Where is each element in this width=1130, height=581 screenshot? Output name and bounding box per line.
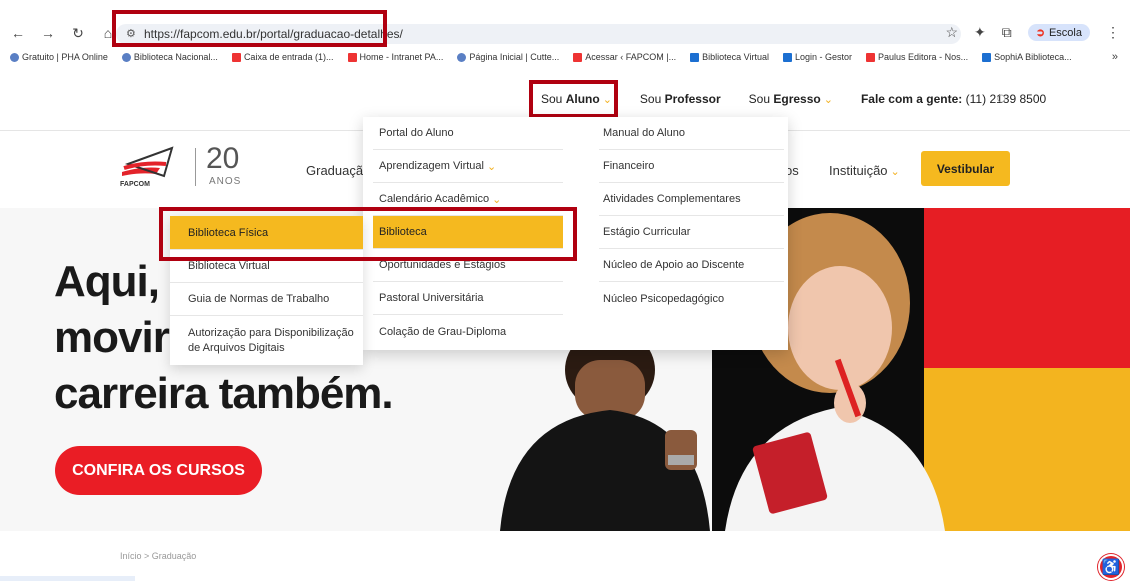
profile-label: Escola bbox=[1048, 26, 1082, 39]
bookmark-item[interactable]: Biblioteca Nacional... bbox=[121, 52, 218, 62]
chevron-down-icon: ⌄ bbox=[492, 193, 502, 206]
bookmark-favicon-icon bbox=[783, 52, 792, 62]
bookmark-item[interactable]: SophiA Biblioteca... bbox=[982, 52, 1072, 62]
hero-man-image bbox=[500, 330, 710, 531]
confira-cursos-button[interactable]: CONFIRA OS CURSOS bbox=[55, 446, 262, 495]
fapcom-logo-icon[interactable] bbox=[120, 146, 180, 186]
bookmark-favicon-icon bbox=[690, 52, 700, 62]
nav-graduacao[interactable]: Graduação bbox=[306, 163, 370, 178]
hero-yellow-panel bbox=[924, 368, 1130, 531]
browser-toolbar-right: ☆ ✦ ⧉ ➲ Escola ⋮ bbox=[945, 24, 1120, 41]
logo-brand-text: FAPCOM bbox=[120, 181, 150, 188]
submenu-item-guia-normas[interactable]: Guia de Normas de Trabalho bbox=[170, 283, 363, 316]
submenu-item-autorizacao[interactable]: Autorização para Disponibilização de Arq… bbox=[170, 316, 363, 365]
menu-item-portal-do-aluno[interactable]: Portal do Aluno bbox=[373, 117, 563, 150]
logo-divider bbox=[195, 148, 196, 186]
hero-red-panel bbox=[924, 208, 1130, 368]
nav-contact[interactable]: Fale com a gente: (11) 2139 8500 bbox=[861, 92, 1046, 106]
chevron-down-icon: ⌄ bbox=[823, 94, 833, 106]
more-bookmarks-button[interactable]: » bbox=[1112, 51, 1118, 63]
breadcrumb[interactable]: Início > Graduação bbox=[120, 551, 196, 561]
bookmark-item[interactable]: Acessar ‹ FAPCOM |... bbox=[573, 52, 676, 62]
back-icon[interactable]: ← bbox=[10, 25, 26, 42]
browser-nav-buttons: ← → ↻ ⌂ bbox=[10, 25, 116, 42]
chevron-down-icon: ⌄ bbox=[486, 160, 497, 173]
bookmark-item[interactable]: Login - Gestor bbox=[783, 52, 852, 62]
bookmark-favicon-icon bbox=[10, 52, 19, 62]
browser-menu-icon[interactable]: ⋮ bbox=[1106, 24, 1120, 41]
extensions-puzzle-icon[interactable]: ⧉ bbox=[1002, 24, 1012, 41]
bookmark-item[interactable]: Gratuito | PHA Online bbox=[10, 52, 108, 62]
bookmark-favicon-icon bbox=[457, 52, 467, 62]
bookmark-favicon-icon bbox=[121, 52, 131, 62]
logo-anos: ANOS bbox=[209, 176, 242, 187]
highlight-box-biblioteca bbox=[159, 207, 577, 261]
profile-button[interactable]: ➲ Escola bbox=[1027, 24, 1090, 41]
forward-icon[interactable]: → bbox=[40, 25, 56, 42]
bookmark-item[interactable]: Caixa de entrada (1)... bbox=[231, 52, 334, 62]
bookmark-item[interactable]: Paulus Editora - Nos... bbox=[866, 52, 968, 62]
highlight-box-sou-aluno bbox=[529, 80, 618, 118]
vestibular-button[interactable]: Vestibular bbox=[921, 151, 1010, 186]
reload-icon[interactable]: ↻ bbox=[70, 25, 86, 42]
accessibility-icon[interactable]: ♿ bbox=[1098, 554, 1124, 580]
menu-item-aprendizagem-virtual[interactable]: Aprendizagem Virtual ⌄ bbox=[373, 150, 563, 183]
nav-sou-egresso[interactable]: Sou Egresso ⌄ bbox=[749, 92, 833, 106]
bottom-strip bbox=[0, 576, 135, 581]
bookmark-star-icon[interactable]: ☆ bbox=[945, 24, 958, 41]
logo-20-years: 20 bbox=[206, 142, 240, 175]
extension-icon[interactable]: ✦ bbox=[974, 24, 986, 41]
bookmark-item[interactable]: Home - Intranet PA... bbox=[347, 52, 443, 62]
bookmarks-bar: Gratuito | PHA Online Biblioteca Naciona… bbox=[10, 52, 1072, 62]
profile-logo-icon: ➲ bbox=[1035, 27, 1045, 39]
search-icon[interactable]: ○ bbox=[996, 88, 1007, 109]
menu-item-pastoral[interactable]: Pastoral Universitária bbox=[373, 282, 563, 315]
highlight-box-url bbox=[112, 10, 387, 47]
nav-instituicao[interactable]: Instituição ⌄ bbox=[829, 163, 900, 178]
menu-item-financeiro[interactable]: Financeiro bbox=[599, 150, 784, 183]
menu-item-colacao-grau[interactable]: Colação de Grau-Diploma bbox=[373, 315, 563, 348]
menu-item-manual-aluno[interactable]: Manual do Aluno bbox=[599, 117, 784, 150]
menu-item-nucleo-apoio[interactable]: Núcleo de Apoio ao Discente bbox=[599, 249, 784, 282]
chevron-down-icon: ⌄ bbox=[890, 166, 900, 178]
bookmark-favicon-icon bbox=[347, 52, 357, 62]
nav-sou-professor[interactable]: Sou Professor bbox=[640, 92, 721, 106]
bookmark-favicon-icon bbox=[982, 52, 992, 62]
bookmark-favicon-icon bbox=[866, 52, 876, 62]
gmail-icon bbox=[231, 52, 241, 62]
bookmark-favicon-icon bbox=[573, 52, 583, 62]
menu-item-estagio-curricular[interactable]: Estágio Curricular bbox=[599, 216, 784, 249]
bookmark-item[interactable]: Biblioteca Virtual bbox=[690, 52, 769, 62]
bookmark-item[interactable]: Página Inicial | Cutte... bbox=[457, 52, 559, 62]
menu-item-atividades-complementares[interactable]: Atividades Complementares bbox=[599, 183, 784, 216]
menu-item-nucleo-psicopedagogico[interactable]: Núcleo Psicopedagógico bbox=[599, 282, 784, 315]
